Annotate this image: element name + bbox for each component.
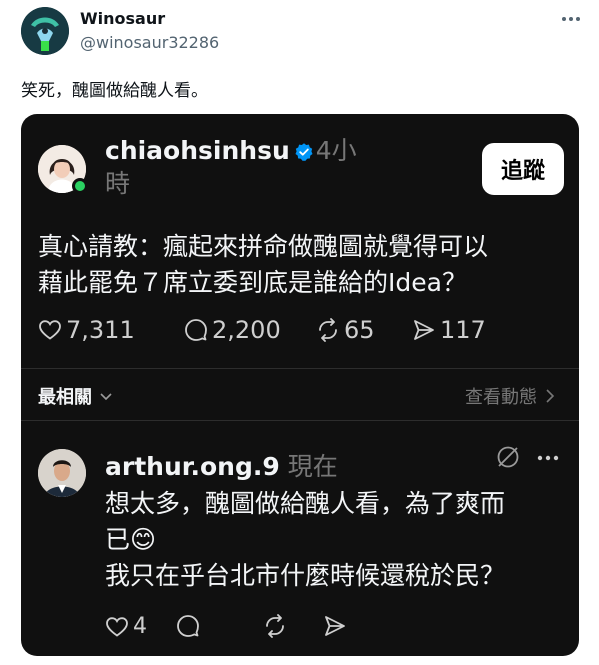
author-avatar[interactable]	[21, 7, 69, 55]
repost-icon	[266, 614, 284, 638]
follow-button[interactable]: 追蹤	[482, 143, 564, 195]
reply-line: 我只在乎台北市什麼時候還稅於民？	[105, 561, 506, 590]
send-icon	[325, 616, 345, 636]
threads-header: chiaohsinhsu 4小時	[105, 134, 375, 200]
author-name[interactable]: Winosaur	[80, 9, 165, 28]
like-count: 7,311	[66, 316, 135, 344]
sort-label: 最相關	[38, 387, 92, 408]
comment-icon	[185, 319, 207, 341]
reply-body: 想太多，醜圖做給醜人看，為了爽而 已😊 我只在乎台北市什麼時候還稅於民？	[105, 486, 565, 594]
reply-like-action[interactable]: 4	[105, 614, 147, 639]
reply-username[interactable]: arthur.ong.9	[105, 452, 280, 481]
reply-line: 已😊	[105, 525, 157, 554]
hide-reply-icon[interactable]	[495, 444, 521, 470]
repost-icon	[319, 318, 337, 342]
reply-action[interactable]: 2,200	[184, 316, 281, 344]
view-activity-link[interactable]: 查看動態	[465, 383, 557, 409]
reply-like-count: 4	[133, 614, 147, 639]
tweet-text: 笑死，醜圖做給醜人看。	[21, 81, 208, 101]
reply-avatar	[38, 449, 86, 497]
chevron-right-icon	[546, 389, 555, 403]
threads-username[interactable]: chiaohsinhsu	[105, 136, 290, 165]
chevron-down-icon	[100, 393, 112, 401]
threads-body-line: 藉此罷免７席立委到底是誰給的Idea？	[38, 268, 467, 297]
reply-count: 2,200	[212, 316, 281, 344]
activity-label: 查看動態	[465, 387, 537, 408]
repost-action[interactable]: 65	[316, 316, 375, 344]
share-action[interactable]: 117	[412, 316, 486, 344]
send-icon	[414, 320, 434, 340]
heart-icon	[106, 616, 128, 637]
threads-post-body: 真心請教：瘋起來拼命做醜圖就覺得可以 藉此罷免７席立委到底是誰給的Idea？	[38, 229, 563, 301]
share-count: 117	[440, 316, 486, 344]
divider	[21, 420, 579, 421]
heart-icon	[39, 320, 61, 340]
more-options-icon[interactable]	[536, 452, 560, 464]
reply-time: 現在	[287, 452, 338, 481]
author-handle[interactable]: @winosaur32286	[80, 33, 219, 52]
more-options-icon[interactable]	[560, 8, 582, 30]
reply-share-action[interactable]	[323, 614, 347, 638]
reply-header: arthur.ong.9 現在	[105, 447, 338, 483]
online-status-icon	[72, 178, 88, 194]
threads-screenshot[interactable]: chiaohsinhsu 4小時 追蹤 真心請教：瘋起來拼命做醜圖就覺得可以 藉此…	[21, 114, 579, 656]
reply-comment-action[interactable]	[176, 614, 200, 638]
sort-dropdown[interactable]: 最相關	[38, 383, 114, 409]
comment-icon	[177, 615, 199, 637]
divider	[21, 368, 579, 369]
repost-count: 65	[344, 316, 375, 344]
threads-body-line: 真心請教：瘋起來拼命做醜圖就覺得可以	[38, 232, 489, 261]
reply-line: 想太多，醜圖做給醜人看，為了爽而	[105, 489, 506, 518]
like-action[interactable]: 7,311	[38, 316, 135, 344]
reply-repost-action[interactable]	[263, 614, 287, 638]
verified-badge-icon	[295, 143, 313, 161]
